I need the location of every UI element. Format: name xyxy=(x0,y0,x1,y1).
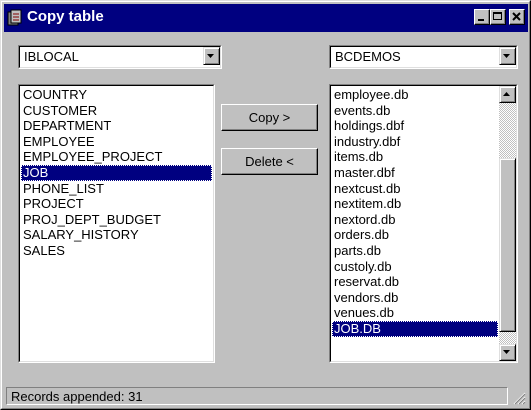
target-database-combo[interactable]: BCDEMOS xyxy=(329,45,518,69)
source-database-dropdown-button[interactable] xyxy=(203,47,220,65)
copy-table-window: Copy table IBLOCAL BCDEMOS COUNTRY CUSTO… xyxy=(0,0,531,410)
chevron-down-icon xyxy=(207,54,214,58)
list-item[interactable]: parts.db xyxy=(332,243,498,259)
delete-button[interactable]: Delete < xyxy=(221,148,318,175)
list-item[interactable]: venues.db xyxy=(332,305,498,321)
target-database-value: BCDEMOS xyxy=(335,49,401,64)
maximize-button[interactable] xyxy=(490,9,506,25)
arrow-down-icon xyxy=(503,350,510,354)
list-item[interactable]: nextitem.db xyxy=(332,196,498,212)
target-tables-list[interactable]: employee.db events.db holdings.dbf industry… xyxy=(329,84,518,363)
arrow-up-icon xyxy=(503,92,510,96)
list-item[interactable]: orders.db xyxy=(332,227,498,243)
source-tables-list[interactable]: COUNTRY CUSTOMER DEPARTMENT EMPLOYEE EMPLOYE… xyxy=(18,84,215,363)
title-bar[interactable]: Copy table xyxy=(4,4,528,32)
list-item[interactable]: JOB xyxy=(21,164,212,181)
list-item[interactable]: SALES xyxy=(21,243,212,259)
list-item[interactable]: reservat.db xyxy=(332,274,498,290)
list-item[interactable]: vendors.db xyxy=(332,290,498,306)
list-item[interactable]: items.db xyxy=(332,149,498,165)
list-item[interactable]: EMPLOYEE_PROJECT xyxy=(21,149,212,165)
list-item[interactable]: industry.dbf xyxy=(332,134,498,150)
list-item[interactable]: nextcust.db xyxy=(332,181,498,197)
list-item[interactable]: events.db xyxy=(332,103,498,119)
list-item[interactable]: CUSTOMER xyxy=(21,103,212,119)
list-item[interactable]: JOB.DB xyxy=(332,320,498,337)
list-item[interactable]: PROJECT xyxy=(21,196,212,212)
maximize-icon xyxy=(493,12,502,20)
status-panel: Records appended: 31 xyxy=(6,387,508,405)
window-title: Copy table xyxy=(27,8,104,25)
minimize-icon xyxy=(478,19,484,21)
status-bar: Records appended: 31 xyxy=(4,385,528,407)
list-item[interactable]: nextord.db xyxy=(332,212,498,228)
scroll-thumb[interactable] xyxy=(499,158,516,332)
resize-grip-icon[interactable] xyxy=(513,392,526,405)
source-database-value: IBLOCAL xyxy=(24,49,79,64)
source-database-combo[interactable]: IBLOCAL xyxy=(18,45,222,69)
list-item[interactable]: master.dbf xyxy=(332,165,498,181)
source-tables-items: COUNTRY CUSTOMER DEPARTMENT EMPLOYEE EMPLOYE… xyxy=(21,87,212,259)
list-item[interactable]: PHONE_LIST xyxy=(21,181,212,197)
app-icon xyxy=(7,9,23,27)
list-item[interactable]: custoly.db xyxy=(332,259,498,275)
copy-button[interactable]: Copy > xyxy=(221,104,318,131)
list-item[interactable]: COUNTRY xyxy=(21,87,212,103)
list-item[interactable]: PROJ_DEPT_BUDGET xyxy=(21,212,212,228)
list-item[interactable]: EMPLOYEE xyxy=(21,134,212,150)
target-database-dropdown-button[interactable] xyxy=(499,47,516,65)
list-item[interactable]: employee.db xyxy=(332,87,498,103)
close-icon xyxy=(512,12,521,21)
status-text: Records appended: 31 xyxy=(11,389,143,404)
scroll-down-button[interactable] xyxy=(499,344,516,361)
close-button[interactable] xyxy=(509,9,525,25)
target-list-scrollbar[interactable] xyxy=(499,86,516,361)
chevron-down-icon xyxy=(503,54,510,58)
scroll-up-button[interactable] xyxy=(499,86,516,103)
list-item[interactable]: SALARY_HISTORY xyxy=(21,227,212,243)
list-item[interactable]: DEPARTMENT xyxy=(21,118,212,134)
minimize-button[interactable] xyxy=(474,9,490,25)
list-item[interactable]: holdings.dbf xyxy=(332,118,498,134)
target-tables-items: employee.db events.db holdings.dbf industry… xyxy=(332,87,498,337)
